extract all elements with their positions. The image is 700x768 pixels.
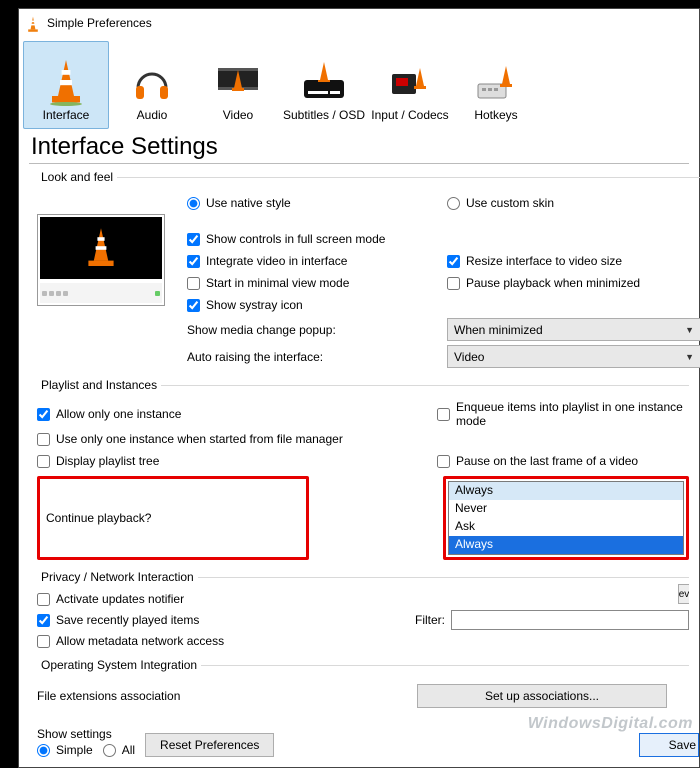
- group-playlist: Playlist and Instances Allow only one in…: [37, 378, 689, 564]
- select-auto-raise[interactable]: Video▼: [447, 345, 700, 368]
- tab-interface[interactable]: Interface: [23, 41, 109, 129]
- label-continue-playback: Continue playback?: [37, 476, 309, 560]
- titlebar: Simple Preferences: [19, 9, 699, 37]
- tab-label: Input / Codecs: [371, 108, 448, 122]
- group-legend: Look and feel: [37, 170, 117, 184]
- option-always-selected[interactable]: Always: [449, 536, 683, 554]
- chk-show-controls-fullscreen[interactable]: Show controls in full screen mode: [187, 232, 447, 246]
- watermark: WindowsDigital.com: [528, 715, 693, 733]
- group-os-integration: Operating System Integration File extens…: [37, 658, 689, 712]
- codecs-icon: [383, 56, 437, 108]
- hotkeys-icon: [469, 56, 523, 108]
- group-legend: Playlist and Instances: [37, 378, 161, 392]
- chevron-down-icon: ▼: [685, 325, 694, 335]
- label-filter: Filter:: [389, 613, 445, 627]
- tab-label: Interface: [43, 108, 90, 122]
- chk-save-recent[interactable]: Save recently played items: [37, 613, 199, 627]
- divider: [29, 163, 689, 164]
- group-legend: Privacy / Network Interaction: [37, 570, 198, 584]
- tab-input-codecs[interactable]: Input / Codecs: [367, 41, 453, 129]
- chk-one-instance[interactable]: Allow only one instance: [37, 407, 437, 421]
- chevron-down-icon: ▼: [685, 352, 694, 362]
- tab-video[interactable]: Video: [195, 41, 281, 129]
- button-save[interactable]: Save: [639, 733, 699, 757]
- show-settings-group: Show settings Simple All: [37, 727, 135, 757]
- cone-icon: [39, 56, 93, 108]
- chk-pause-last-frame[interactable]: Pause on the last frame of a video: [437, 454, 689, 468]
- tab-hotkeys[interactable]: Hotkeys: [453, 41, 539, 129]
- option-always[interactable]: Always: [449, 482, 683, 500]
- option-never[interactable]: Never: [449, 500, 683, 518]
- tab-label: Video: [223, 108, 253, 122]
- label-show-settings: Show settings: [37, 727, 135, 741]
- chk-activate-updates[interactable]: Activate updates notifier: [37, 592, 689, 606]
- skin-preview-thumbnail: [37, 214, 165, 306]
- tab-label: Subtitles / OSD: [283, 108, 365, 122]
- film-cone-icon: [211, 56, 265, 108]
- chk-metadata-access[interactable]: Allow metadata network access: [37, 634, 689, 648]
- label-file-extensions: File extensions association: [37, 689, 417, 703]
- tab-label: Audio: [137, 108, 168, 122]
- group-privacy: Privacy / Network Interaction ev Activat…: [37, 570, 689, 652]
- chk-resize-interface[interactable]: Resize interface to video size: [447, 254, 700, 268]
- chk-enqueue-one-instance[interactable]: Enqueue items into playlist in one insta…: [437, 400, 689, 428]
- tab-subtitles[interactable]: Subtitles / OSD: [281, 41, 367, 129]
- page-title: Interface Settings: [31, 133, 687, 161]
- label-media-change-popup: Show media change popup:: [187, 323, 447, 337]
- chk-one-instance-fm[interactable]: Use only one instance when started from …: [37, 432, 437, 446]
- vlc-cone-icon: [25, 15, 41, 31]
- chk-display-playlist-tree[interactable]: Display playlist tree: [37, 454, 437, 468]
- button-reset-preferences[interactable]: Reset Preferences: [145, 733, 274, 757]
- preferences-toolbar: Interface Audio Video Subtitles / OSD In…: [19, 37, 699, 129]
- subtitles-icon: [297, 56, 351, 108]
- radio-show-simple[interactable]: Simple: [37, 743, 93, 757]
- tab-audio[interactable]: Audio: [109, 41, 195, 129]
- radio-show-all[interactable]: All: [103, 743, 135, 757]
- chk-integrate-video[interactable]: Integrate video in interface: [187, 254, 447, 268]
- headphones-icon: [125, 56, 179, 108]
- window-title: Simple Preferences: [47, 16, 152, 30]
- select-continue-playback[interactable]: Always Never Ask Always: [448, 481, 684, 555]
- radio-native-style[interactable]: Use native style: [187, 196, 447, 210]
- chk-systray-icon[interactable]: Show systray icon: [187, 298, 447, 312]
- tab-label: Hotkeys: [474, 108, 517, 122]
- truncated-control[interactable]: ev: [678, 584, 689, 604]
- group-look-and-feel: Look and feel Use native style Use custo…: [37, 170, 700, 372]
- select-media-change-popup[interactable]: When minimized▼: [447, 318, 700, 341]
- group-legend: Operating System Integration: [37, 658, 201, 672]
- chk-start-minimal[interactable]: Start in minimal view mode: [187, 276, 447, 290]
- radio-custom-skin[interactable]: Use custom skin: [447, 196, 700, 210]
- label-auto-raise: Auto raising the interface:: [187, 350, 447, 364]
- button-setup-associations[interactable]: Set up associations...: [417, 684, 667, 708]
- chk-pause-minimized[interactable]: Pause playback when minimized: [447, 276, 700, 290]
- input-filter[interactable]: [451, 610, 689, 630]
- option-ask[interactable]: Ask: [449, 518, 683, 536]
